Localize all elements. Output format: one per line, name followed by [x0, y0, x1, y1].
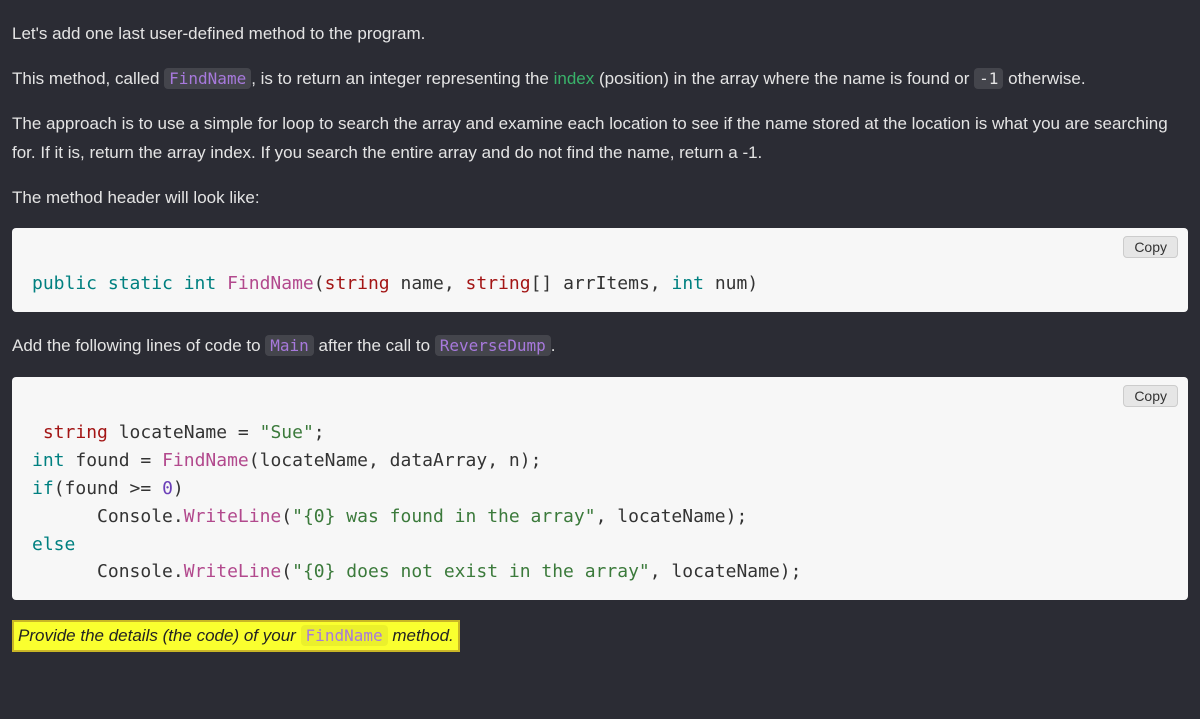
op: =: [238, 422, 249, 443]
keyword: int: [671, 273, 704, 294]
intro-paragraph-4: The method header will look like:: [12, 184, 1188, 213]
paren: (: [281, 561, 292, 582]
text: Add the following lines of code to: [12, 336, 265, 355]
type: int: [32, 450, 65, 471]
function-call: FindName: [162, 450, 249, 471]
arg: name: [390, 273, 444, 294]
code-block-main: Copy string locateName = "Sue"; int foun…: [12, 377, 1188, 600]
op: =: [140, 450, 151, 471]
type: string: [43, 422, 108, 443]
question-prompt: Provide the details (the code) of your F…: [12, 620, 460, 652]
middle-paragraph: Add the following lines of code to Main …: [12, 332, 1188, 361]
paren: ): [747, 273, 758, 294]
paren: (: [314, 273, 325, 294]
cond: (found: [54, 478, 130, 499]
dot: .: [173, 506, 184, 527]
indent: [32, 561, 97, 582]
sp: [151, 478, 162, 499]
method: WriteLine: [184, 506, 282, 527]
rest: , locateName);: [650, 561, 802, 582]
inline-code-findname: FindName: [301, 625, 388, 646]
var: found: [65, 450, 141, 471]
brackets: []: [531, 273, 553, 294]
intro-paragraph-3: The approach is to use a simple for loop…: [12, 110, 1188, 168]
paren: (: [281, 506, 292, 527]
intro-paragraph-1: Let's add one last user-defined method t…: [12, 20, 1188, 49]
term-index: index: [554, 69, 595, 88]
text: , is to return an integer representing t…: [251, 69, 553, 88]
text: after the call to: [314, 336, 435, 355]
inline-code-findname: FindName: [164, 68, 251, 89]
text: (position) in the array where the name i…: [594, 69, 974, 88]
type: string: [466, 273, 531, 294]
indent: [32, 506, 97, 527]
comma: ,: [444, 273, 466, 294]
op: >=: [130, 478, 152, 499]
keyword-else: else: [32, 534, 75, 555]
arg: dataArray: [390, 450, 488, 471]
function-name: FindName: [227, 273, 314, 294]
text: otherwise.: [1003, 69, 1085, 88]
text: This method, called: [12, 69, 164, 88]
sp: [249, 422, 260, 443]
arg: n: [509, 450, 520, 471]
keyword-if: if: [32, 478, 54, 499]
comma: ,: [650, 273, 672, 294]
arg: num: [704, 273, 747, 294]
comma: ,: [368, 450, 390, 471]
dot: .: [173, 561, 184, 582]
inline-code-neg1: -1: [974, 68, 1003, 89]
intro-paragraph-2: This method, called FindName, is to retu…: [12, 65, 1188, 94]
text: [216, 273, 227, 294]
number: 0: [162, 478, 173, 499]
paren: (locateName: [249, 450, 368, 471]
text: .: [551, 336, 556, 355]
paren: ): [173, 478, 184, 499]
inline-code-reversedump: ReverseDump: [435, 335, 551, 356]
comma: ,: [487, 450, 509, 471]
method: WriteLine: [184, 561, 282, 582]
copy-button[interactable]: Copy: [1123, 385, 1178, 407]
end: );: [520, 450, 542, 471]
keyword: public static: [32, 273, 184, 294]
rest: , locateName);: [596, 506, 748, 527]
text: method.: [388, 626, 454, 645]
string: "Sue": [260, 422, 314, 443]
string: "{0} does not exist in the array": [292, 561, 650, 582]
copy-button[interactable]: Copy: [1123, 236, 1178, 258]
console: Console: [97, 506, 173, 527]
semi: ;: [314, 422, 325, 443]
inline-code-main: Main: [265, 335, 314, 356]
string: "{0} was found in the array": [292, 506, 595, 527]
text: Provide the details (the code) of your: [18, 626, 301, 645]
console: Console: [97, 561, 173, 582]
code-block-header: Copypublic static int FindName(string na…: [12, 228, 1188, 312]
sp: [32, 422, 43, 443]
keyword: int: [184, 273, 217, 294]
sp: [151, 450, 162, 471]
var: locateName: [108, 422, 238, 443]
arg: arrItems: [552, 273, 650, 294]
type: string: [325, 273, 390, 294]
